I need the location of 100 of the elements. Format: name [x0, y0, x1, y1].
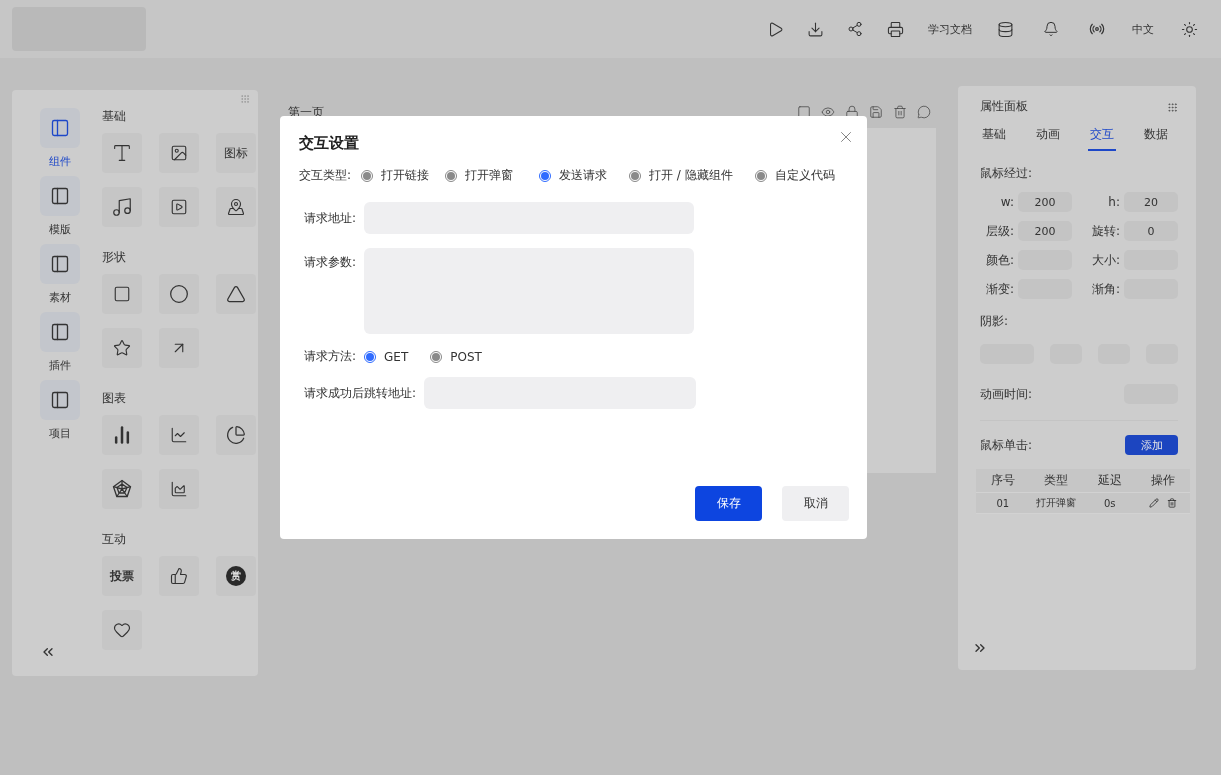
field-label: 请求成功后跳转地址:	[304, 384, 417, 402]
group-title: 形状	[102, 249, 127, 266]
component-tile[interactable]	[159, 469, 199, 509]
component-tile[interactable]: 图标	[216, 133, 256, 173]
component-tile[interactable]	[159, 133, 199, 173]
dialog-title: 交互设置	[299, 134, 360, 153]
table-cell-text: 打开弹窗	[1035, 496, 1078, 510]
component-tile[interactable]	[159, 187, 199, 227]
component-tile[interactable]	[216, 187, 256, 227]
group-title: 基础	[102, 108, 127, 125]
section-label: 阴影:	[980, 313, 1010, 330]
triangle-icon	[226, 284, 246, 304]
column-header: 延迟	[1096, 472, 1123, 489]
save-button[interactable]: 保存	[695, 486, 762, 521]
tab[interactable]: 交互	[1088, 122, 1116, 151]
music-icon	[111, 196, 133, 218]
tab[interactable]: 数据	[1142, 122, 1170, 151]
text-icon	[111, 142, 133, 164]
reward-badge: 赏	[226, 566, 246, 586]
property-label: w:	[1000, 195, 1014, 209]
broadcast-icon	[1089, 21, 1105, 37]
radio-option[interactable]: GET	[364, 349, 409, 364]
table-cell-text: 0s	[1102, 496, 1117, 511]
drag-handle-icon[interactable]	[1167, 101, 1178, 113]
square-icon	[113, 285, 131, 303]
radio-option[interactable]: 打开弹窗	[445, 167, 514, 184]
field-label: 请求参数:	[304, 254, 357, 271]
property-field[interactable]: 20	[1124, 192, 1178, 212]
field-label: 请求地址:	[304, 209, 357, 227]
cancel-button[interactable]: 取消	[782, 486, 849, 521]
comment-icon[interactable]	[917, 105, 931, 119]
add-button[interactable]: 添加	[1125, 435, 1178, 455]
component-tile[interactable]: 赏	[216, 556, 256, 596]
video-icon	[170, 198, 188, 216]
component-tile[interactable]	[102, 469, 142, 509]
section-label: 鼠标经过:	[980, 165, 1034, 182]
delete-icon[interactable]	[893, 105, 907, 119]
radio-option[interactable]: 发送请求	[539, 167, 608, 184]
line-chart-icon	[170, 426, 188, 444]
component-tile[interactable]	[216, 415, 256, 455]
printer-icon	[886, 20, 904, 38]
save-icon[interactable]	[869, 105, 883, 119]
database-icon	[996, 20, 1014, 38]
component-tile[interactable]	[159, 328, 199, 368]
tab[interactable]: 基础	[980, 122, 1008, 151]
column-header: 类型	[1043, 472, 1070, 489]
property-field[interactable]: 200	[1018, 221, 1072, 241]
field-label: 交互类型:	[299, 167, 352, 184]
field-label: 请求方法:	[304, 348, 357, 365]
map-pin-icon	[227, 198, 245, 216]
component-tile[interactable]	[102, 610, 142, 650]
property-label: 动画时间:	[980, 385, 1033, 403]
heart-icon	[113, 621, 131, 639]
tab[interactable]: 动画	[1034, 122, 1062, 151]
column-header: 序号	[989, 472, 1016, 489]
panel-icon	[50, 118, 70, 138]
radio-option[interactable]: 自定义代码	[754, 167, 835, 184]
table-cell-text: 01	[995, 496, 1011, 511]
component-tile[interactable]	[159, 415, 199, 455]
area-chart-icon	[170, 480, 188, 498]
panel-icon	[50, 254, 70, 274]
property-label: 颜色:	[985, 251, 1014, 269]
property-label: h:	[1108, 195, 1120, 209]
property-label: 大小:	[1091, 251, 1120, 269]
radar-chart-icon	[112, 479, 132, 499]
component-tile[interactable]	[159, 274, 199, 314]
property-label: 层级:	[985, 222, 1014, 240]
panel-title: 属性面板	[980, 98, 1028, 115]
panel-icon	[50, 322, 70, 342]
panel-icon	[50, 186, 70, 206]
bell-icon	[1043, 21, 1059, 37]
component-tile[interactable]	[102, 328, 142, 368]
docs-link[interactable]: 学习文档	[919, 12, 981, 46]
property-label: 渐角:	[1091, 280, 1120, 298]
component-tile[interactable]	[102, 133, 142, 173]
lock-icon[interactable]	[845, 105, 859, 119]
radio-option[interactable]: POST	[430, 349, 482, 364]
star-icon	[113, 339, 131, 357]
component-tile[interactable]	[102, 187, 142, 227]
radio-option[interactable]: 打开链接	[361, 167, 430, 184]
component-tile[interactable]	[102, 274, 142, 314]
language-button[interactable]: 中文	[1123, 12, 1163, 46]
circle-icon	[169, 284, 189, 304]
component-tile[interactable]	[159, 556, 199, 596]
edit-icon[interactable]	[1149, 498, 1160, 508]
radio-option[interactable]: 打开 / 隐藏组件	[629, 167, 733, 184]
property-field[interactable]: 200	[1018, 192, 1072, 212]
share-icon	[847, 21, 863, 37]
component-tile[interactable]	[102, 415, 142, 455]
column-header: 操作	[1150, 472, 1177, 489]
delete-icon[interactable]	[1167, 498, 1178, 508]
group-title: 互动	[102, 531, 127, 548]
component-tile[interactable]: 投票	[102, 556, 142, 596]
property-field[interactable]: 0	[1124, 221, 1178, 241]
group-title: 图表	[102, 390, 127, 407]
component-tile[interactable]	[216, 274, 256, 314]
drag-handle-icon[interactable]	[240, 94, 250, 104]
sun-icon	[1180, 20, 1198, 38]
eye-icon[interactable]	[821, 105, 835, 119]
image-icon	[170, 144, 188, 162]
